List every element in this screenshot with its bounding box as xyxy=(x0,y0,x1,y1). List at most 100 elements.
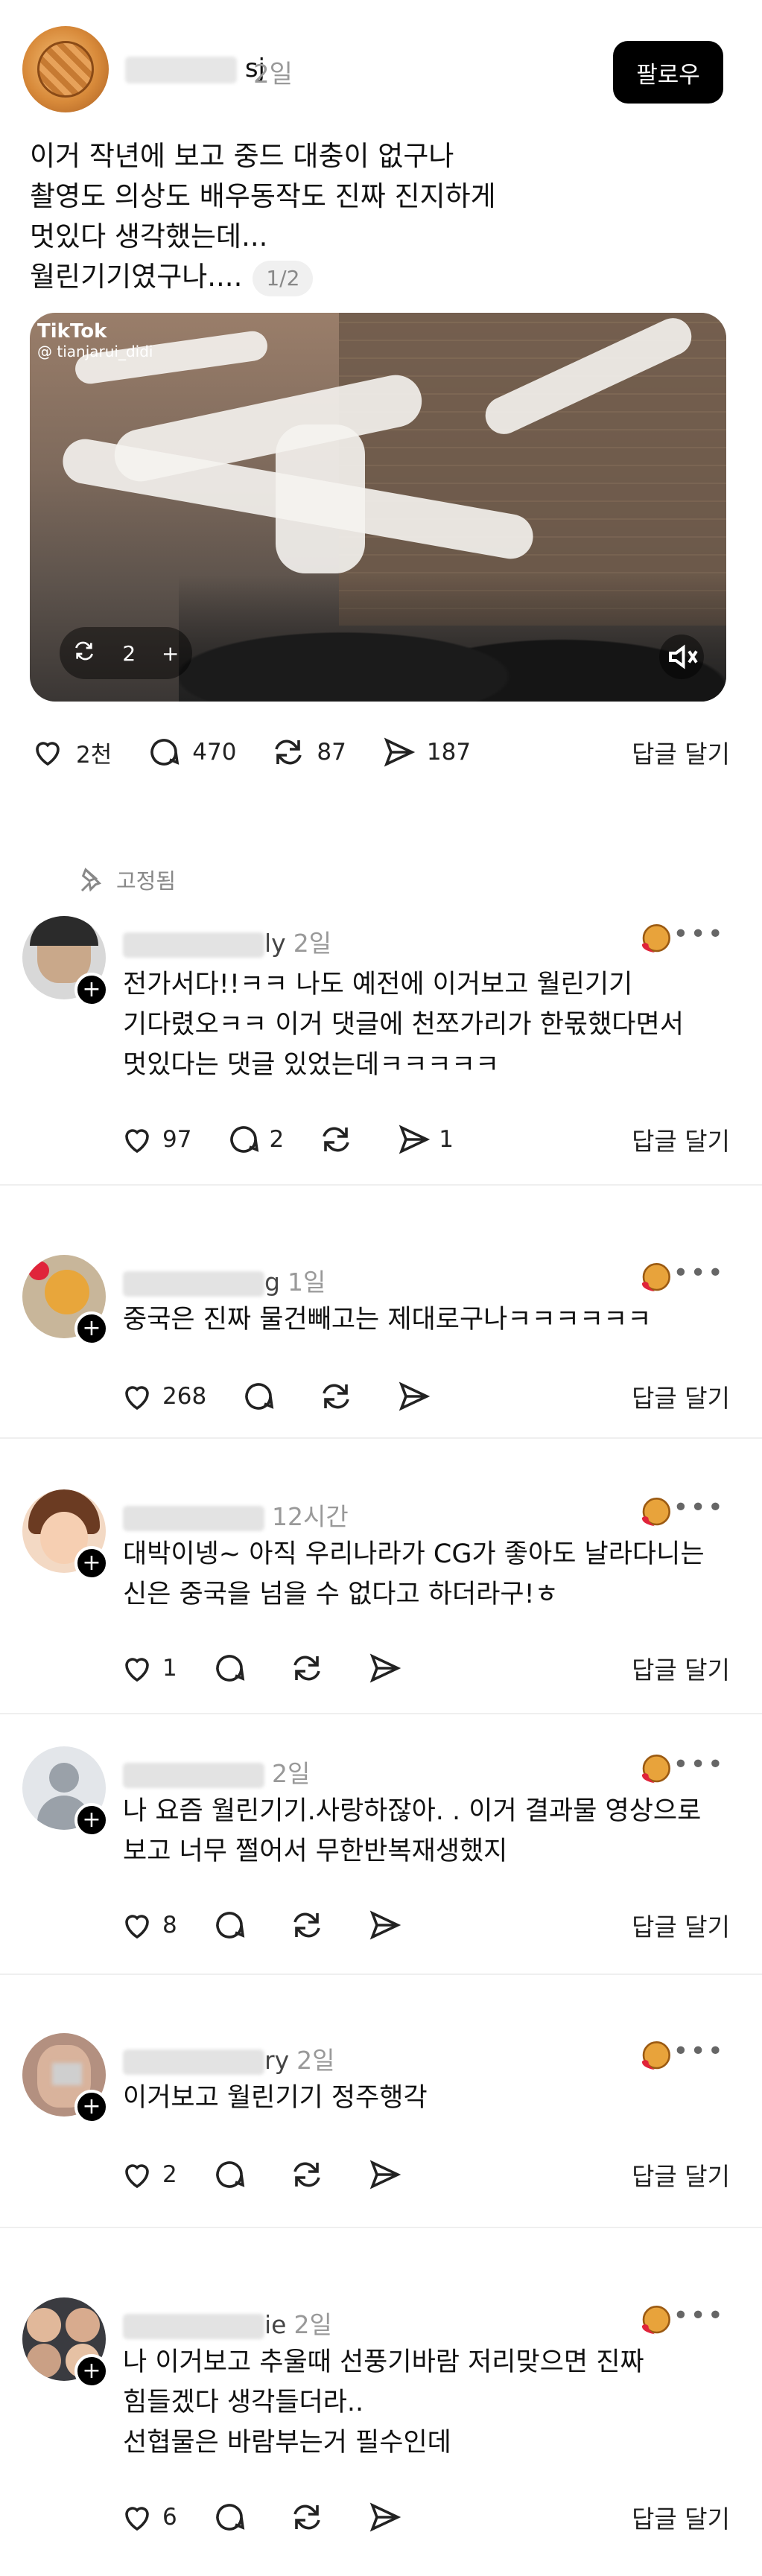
comment-icon xyxy=(241,1378,276,1414)
like-button[interactable]: 2 xyxy=(119,2157,177,2192)
mute-icon[interactable] xyxy=(659,635,704,679)
author-name[interactable]: sj xyxy=(125,54,265,83)
reply-button[interactable]: 답글 달기 xyxy=(632,2499,730,2535)
reply-button[interactable]: 답글 달기 xyxy=(632,1378,730,1414)
comment-icon xyxy=(212,1650,247,1686)
send-icon xyxy=(366,2157,402,2192)
more-options-icon[interactable]: ••• xyxy=(673,2036,725,2067)
repost-button[interactable]: 87 xyxy=(270,734,346,770)
comment-button[interactable]: 2 xyxy=(226,1122,284,1157)
follow-plus-icon[interactable]: + xyxy=(74,973,109,1007)
divider xyxy=(0,1437,762,1439)
like-button[interactable]: 1 xyxy=(119,1650,177,1686)
repost-button[interactable] xyxy=(318,1122,361,1157)
repost-icon xyxy=(318,1378,354,1414)
more-options-icon[interactable]: ••• xyxy=(673,1258,725,1288)
follow-plus-icon[interactable]: + xyxy=(74,1546,109,1580)
share-button[interactable] xyxy=(396,1378,439,1414)
like-button[interactable]: 97 xyxy=(119,1122,191,1157)
reply-button[interactable]: 답글 달기 xyxy=(632,1122,730,1157)
comment-actions: 268 답글 달기 xyxy=(119,1374,730,1419)
comment-icon xyxy=(146,734,182,770)
post-line: 월린기기였구나.... 1/2 xyxy=(30,257,730,297)
repost-button[interactable] xyxy=(289,2157,332,2192)
share-button[interactable] xyxy=(366,1650,410,1686)
repost-button[interactable] xyxy=(289,2499,332,2535)
comment-text: 전가서다!!ㅋㅋ 나도 예전에 이거보고 월린기기 기다렸오ㅋㅋ 이거 댓글에 … xyxy=(123,970,684,1080)
comment-text: 대박이넹~ 아직 우리나라가 CG가 좋아도 날라다니는 신은 중국을 넘을 수… xyxy=(123,1539,705,1609)
comment-button[interactable] xyxy=(241,1378,284,1414)
comment-button[interactable] xyxy=(212,2499,255,2535)
pinned-label: 고정됨 xyxy=(74,864,176,895)
repost-count: 2 xyxy=(122,640,136,666)
follow-plus-icon[interactable]: + xyxy=(74,1311,109,1346)
comment-text: 나 요즘 월린기기.사랑하잖아. . 이거 결과물 영상으로 보고 너무 쩔어서… xyxy=(123,1796,702,1866)
comment-text: 이거보고 월린기기 정주행각 xyxy=(123,2083,428,2113)
repost-button[interactable] xyxy=(318,1378,361,1414)
fan-badge-icon xyxy=(634,1495,673,1534)
like-button[interactable]: 2천 xyxy=(30,734,112,770)
heart-icon xyxy=(119,2499,155,2535)
follow-plus-icon[interactable]: + xyxy=(74,1803,109,1837)
comment-actions: 97 2 1 답글 달기 xyxy=(119,1117,730,1162)
more-options-icon[interactable]: ••• xyxy=(673,1492,725,1523)
heart-icon xyxy=(119,1907,155,1943)
more-options-icon[interactable]: ••• xyxy=(673,1749,725,1780)
comment-icon xyxy=(212,1907,247,1943)
follow-plus-icon[interactable]: + xyxy=(74,2354,109,2388)
comment-button[interactable] xyxy=(212,1650,255,1686)
post-actions: 2천 470 87 187 답글 달기 xyxy=(30,730,730,775)
fan-badge-icon xyxy=(634,2039,673,2078)
share-button[interactable]: 187 xyxy=(381,734,471,770)
commenter-name[interactable]: ry 2일 xyxy=(123,2041,334,2076)
tiktok-watermark: TikTok @ tianjarui_didi xyxy=(37,320,153,360)
comment: + 12시간 ••• 대박이넹~ 아직 우리나라가 CG가 좋아도 날라다니는 … xyxy=(0,1489,762,1713)
share-button[interactable] xyxy=(366,2499,410,2535)
pin-icon xyxy=(74,865,104,894)
send-icon xyxy=(381,734,416,770)
follow-button[interactable]: 팔로우 xyxy=(613,41,723,104)
repost-icon xyxy=(289,2499,325,2535)
like-button[interactable]: 268 xyxy=(119,1378,206,1414)
reply-button[interactable]: 답글 달기 xyxy=(632,2157,730,2192)
comment-icon xyxy=(212,2157,247,2192)
repost-button[interactable] xyxy=(289,1650,332,1686)
comment-text: 나 이거보고 추울때 선풍기바람 저리맞으면 진짜 힘들겠다 생각들더라.. 선… xyxy=(123,2347,644,2458)
commenter-name[interactable]: 2일 xyxy=(123,1754,310,1790)
reply-button[interactable]: 답글 달기 xyxy=(632,1650,730,1686)
comment-button[interactable]: 470 xyxy=(146,734,236,770)
comment-button[interactable] xyxy=(212,2157,255,2192)
send-icon xyxy=(366,2499,402,2535)
more-options-icon[interactable]: ••• xyxy=(673,2300,725,2331)
comment-icon xyxy=(212,2499,247,2535)
share-button[interactable] xyxy=(366,1907,410,1943)
reply-button[interactable]: 답글 달기 xyxy=(632,1907,730,1943)
share-button[interactable]: 1 xyxy=(396,1122,454,1157)
media-controls[interactable]: 2 + xyxy=(60,627,192,679)
reply-button[interactable]: 답글 달기 xyxy=(632,734,730,770)
repost-button[interactable] xyxy=(289,1907,332,1943)
repost-icon xyxy=(318,1122,354,1157)
video-media[interactable]: TikTok @ tianjarui_didi 2 + xyxy=(30,313,726,702)
divider xyxy=(0,1184,762,1186)
heart-icon xyxy=(119,1122,155,1157)
commenter-name[interactable]: g 1일 xyxy=(123,1262,326,1298)
post-line: 촬영도 의상도 배우동작도 진짜 진지하게 xyxy=(30,180,496,212)
share-button[interactable] xyxy=(366,2157,410,2192)
follow-plus-icon[interactable]: + xyxy=(74,2090,109,2124)
author-avatar[interactable] xyxy=(22,26,109,112)
like-button[interactable]: 8 xyxy=(119,1907,177,1943)
commenter-name[interactable]: ly 2일 xyxy=(123,923,331,959)
comment-button[interactable] xyxy=(212,1907,255,1943)
heart-icon xyxy=(30,734,66,770)
more-options-icon[interactable]: ••• xyxy=(673,919,725,950)
post-header: sj 2일 팔로우 xyxy=(0,0,762,119)
comment-icon xyxy=(226,1122,261,1157)
commenter-name[interactable]: ie 2일 xyxy=(123,2305,332,2341)
add-icon[interactable]: + xyxy=(162,641,179,666)
like-button[interactable]: 6 xyxy=(119,2499,177,2535)
repost-icon xyxy=(289,2157,325,2192)
commenter-name[interactable]: 12시간 xyxy=(123,1497,349,1533)
repeat-icon[interactable] xyxy=(72,639,96,668)
fan-badge-icon xyxy=(634,2303,673,2342)
